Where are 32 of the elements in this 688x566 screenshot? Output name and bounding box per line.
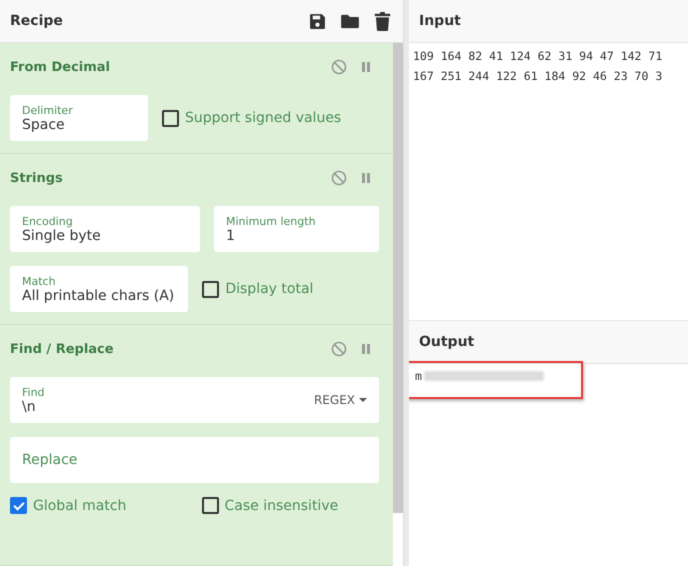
panel-title: Input xyxy=(419,13,461,29)
checkbox-label: Global match xyxy=(33,498,126,514)
panel-title: Recipe xyxy=(10,13,63,29)
input-text-line: 167 251 244 122 61 184 92 46 23 70 3 xyxy=(413,68,664,85)
operation-title: Strings xyxy=(10,170,64,186)
input-field[interactable]: Minimum length 1 xyxy=(214,206,379,252)
disable-icon[interactable] xyxy=(331,170,347,186)
operation-title: Find / Replace xyxy=(10,342,115,356)
pause-icon[interactable] xyxy=(361,172,371,184)
input-field[interactable]: Replace xyxy=(10,437,379,483)
checkbox-label: Support signed values xyxy=(185,110,342,126)
pause-icon[interactable] xyxy=(361,61,371,73)
checkbox-label: Display total xyxy=(225,281,314,297)
pause-icon[interactable] xyxy=(361,343,371,355)
checkbox[interactable] xyxy=(202,280,220,298)
checkbox[interactable] xyxy=(202,497,218,514)
input-field[interactable]: Match All printable chars (A) xyxy=(10,266,188,312)
checkbox[interactable] xyxy=(162,110,179,126)
disable-icon[interactable] xyxy=(331,341,347,357)
input-field[interactable]: Encoding Single byte xyxy=(10,206,200,252)
output-text: m xyxy=(415,368,422,385)
disable-icon[interactable] xyxy=(331,59,347,75)
scrollbar[interactable] xyxy=(393,43,403,513)
trash-icon[interactable] xyxy=(374,12,391,30)
checkbox[interactable] xyxy=(10,497,27,514)
panel-title: Output xyxy=(419,334,474,350)
checkbox-label: Case insensitive xyxy=(224,498,338,514)
operation-title: From Decimal xyxy=(10,60,112,74)
input-text-line: 109 164 82 41 124 62 31 94 47 142 71 xyxy=(413,48,664,65)
input-field[interactable]: Delimiter Space xyxy=(10,95,148,141)
save-icon[interactable] xyxy=(309,12,326,30)
input-field[interactable]: Find \n REGEX xyxy=(10,377,379,423)
